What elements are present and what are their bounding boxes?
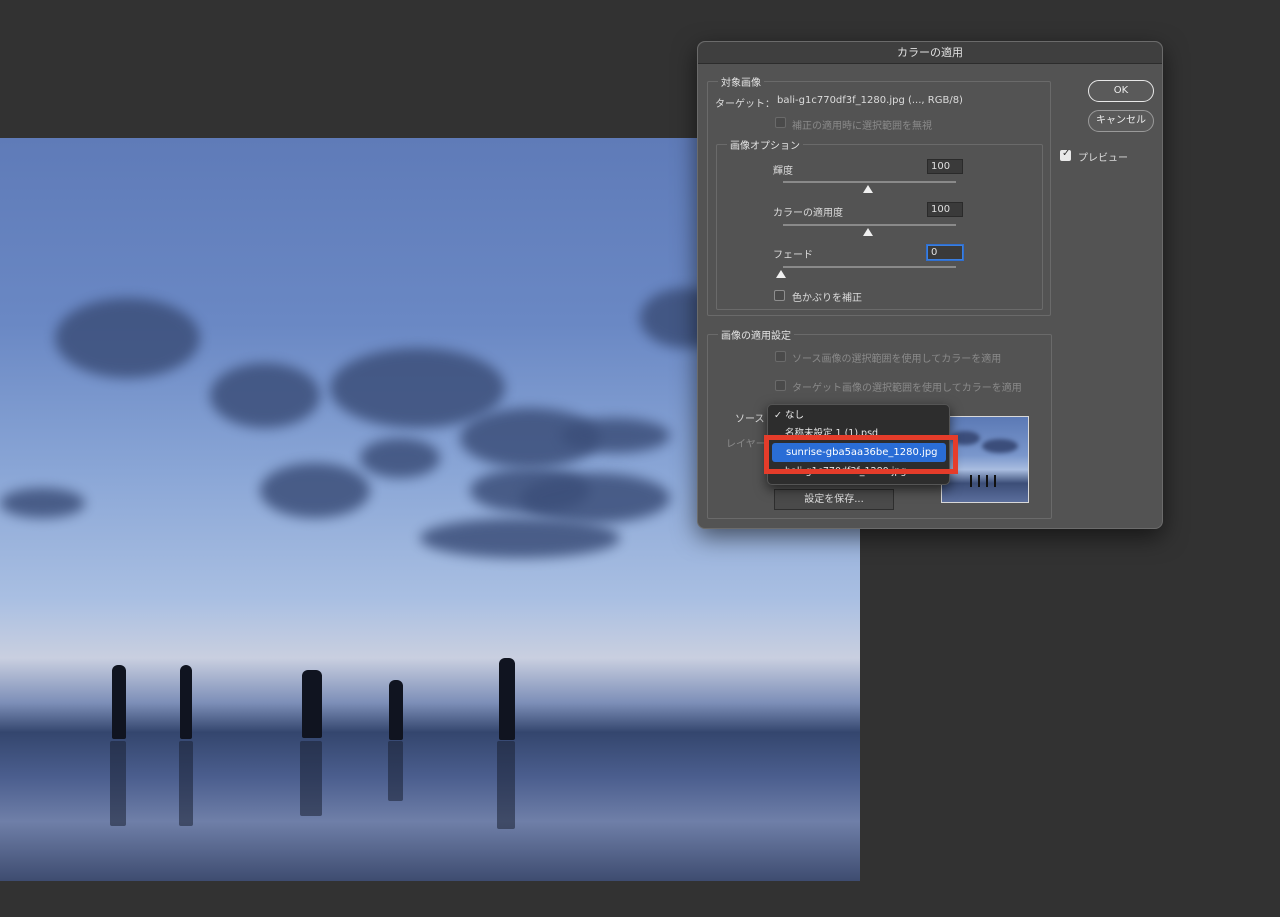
thumbnail-figure xyxy=(986,475,988,487)
fade-label: フェード xyxy=(773,250,813,261)
source-label: ソース xyxy=(735,414,765,425)
source-menu-item-none[interactable]: ✓ なし xyxy=(768,409,949,423)
ignore-selection-checkbox[interactable] xyxy=(775,117,786,128)
color-intensity-input[interactable]: 100 xyxy=(927,202,963,217)
source-menu-item-label: なし xyxy=(785,410,805,421)
checkmark-icon: ✓ xyxy=(774,410,782,421)
image-options-group: 画像オプション xyxy=(716,137,1043,310)
color-intensity-slider-thumb[interactable] xyxy=(863,228,873,236)
neutralize-label: 色かぶりを補正 xyxy=(792,293,862,304)
luminance-label: 輝度 xyxy=(773,166,793,177)
fade-slider-thumb[interactable] xyxy=(776,270,786,278)
image-options-group-label: 画像オプション xyxy=(727,137,803,152)
preview-checkbox[interactable] xyxy=(1060,148,1071,161)
color-intensity-label: カラーの適用度 xyxy=(773,208,843,219)
highlight-callout-box xyxy=(764,435,958,474)
layer-label: レイヤー xyxy=(726,439,766,450)
preview-label: プレビュー xyxy=(1078,153,1128,164)
neutralize-checkbox[interactable] xyxy=(774,290,785,301)
fade-input[interactable]: 0 xyxy=(927,245,963,260)
thumbnail-figure xyxy=(994,475,996,487)
use-target-selection-label: ターゲット画像の選択範囲を使用してカラーを適用 xyxy=(792,383,1022,394)
ok-button[interactable]: OK xyxy=(1088,80,1154,102)
target-filename: bali-g1c770df3f_1280.jpg (..., RGB/8) xyxy=(777,95,963,106)
save-settings-button[interactable]: 設定を保存... xyxy=(774,489,894,510)
dialog-title: カラーの適用 xyxy=(698,42,1162,64)
luminance-input[interactable]: 100 xyxy=(927,159,963,174)
thumbnail-figure xyxy=(978,475,980,487)
use-source-selection-label: ソース画像の選択範囲を使用してカラーを適用 xyxy=(792,354,1002,365)
image-statistics-group-label: 画像の適用設定 xyxy=(718,327,794,342)
color-intensity-slider-track[interactable] xyxy=(783,224,956,226)
cancel-button[interactable]: キャンセル xyxy=(1088,110,1154,132)
use-target-selection-checkbox[interactable] xyxy=(775,380,786,391)
luminance-slider-track[interactable] xyxy=(783,181,956,183)
fade-slider-track[interactable] xyxy=(783,266,956,268)
ignore-selection-label: 補正の適用時に選択範囲を無視 xyxy=(792,121,932,132)
target-label: ターゲット： xyxy=(715,99,775,110)
luminance-slider-thumb[interactable] xyxy=(863,185,873,193)
use-source-selection-checkbox[interactable] xyxy=(775,351,786,362)
target-image-group-label: 対象画像 xyxy=(718,74,764,89)
thumbnail-cloud xyxy=(982,439,1018,453)
thumbnail-figure xyxy=(970,475,972,487)
